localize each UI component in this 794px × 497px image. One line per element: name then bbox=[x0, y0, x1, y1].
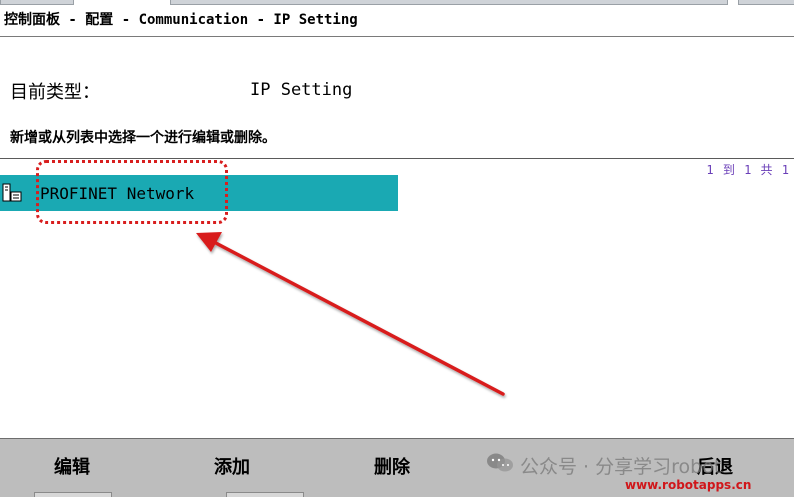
list-pager: 1 到 1 共 1 bbox=[706, 163, 790, 177]
current-type-label: 目前类型： bbox=[10, 82, 100, 103]
instruction-text: 新增或从列表中选择一个进行编辑或删除。 bbox=[10, 130, 276, 146]
watermark-url: www.robotapps.cn bbox=[625, 478, 752, 492]
top-tab-stub-right[interactable] bbox=[738, 0, 794, 5]
network-config-icon bbox=[0, 175, 32, 211]
breadcrumb: 控制面板 - 配置 - Communication - IP Setting bbox=[4, 12, 358, 28]
add-button[interactable]: 添加 bbox=[214, 451, 250, 481]
title-bar: 控制面板 - 配置 - Communication - IP Setting bbox=[0, 0, 794, 37]
softkey-stub-1 bbox=[34, 492, 112, 497]
softkey-stub-2 bbox=[226, 492, 304, 497]
edit-button[interactable]: 编辑 bbox=[54, 451, 90, 481]
watermark: 公众号 · 分享学习robot bbox=[486, 452, 721, 479]
top-tab-stub-left[interactable] bbox=[0, 0, 74, 5]
top-tab-stub-middle[interactable] bbox=[170, 0, 728, 5]
delete-button[interactable]: 删除 bbox=[374, 451, 410, 481]
annotation-highlight-box bbox=[36, 160, 228, 224]
current-type-value: IP Setting bbox=[250, 80, 353, 100]
watermark-text: 公众号 · 分享学习robot bbox=[520, 456, 722, 478]
wechat-icon bbox=[486, 452, 514, 479]
